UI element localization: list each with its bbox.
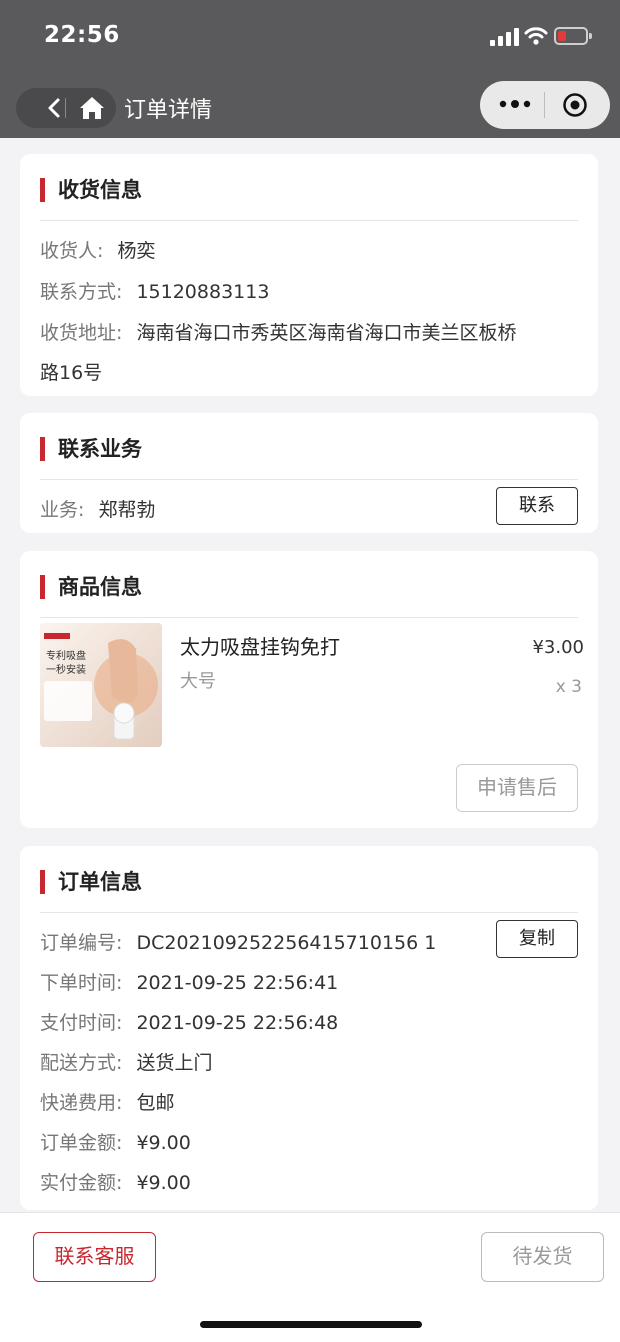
delivery-method: 送货上门 bbox=[136, 1052, 213, 1074]
nav-pill bbox=[16, 88, 116, 128]
section-marker bbox=[40, 178, 45, 202]
divider bbox=[40, 912, 578, 913]
order-time-row: 下单时间: 2021-09-25 22:56:41 bbox=[40, 968, 338, 995]
clock: 22:56 bbox=[44, 22, 120, 48]
product-quantity: x 3 bbox=[555, 677, 582, 697]
order-number-row: 订单编号: DC202109252256415710156 1 bbox=[40, 928, 436, 955]
order-status-button[interactable]: 待发货 bbox=[481, 1232, 604, 1282]
battery-icon bbox=[554, 27, 592, 45]
order-amount: ¥9.00 bbox=[136, 1132, 191, 1154]
address-row: 收货地址: 海南省海口市秀英区海南省海口市美兰区板桥 bbox=[40, 318, 516, 345]
recipient-row: 收货人: 杨奕 bbox=[40, 236, 155, 263]
shipping-fee: 包邮 bbox=[136, 1092, 175, 1114]
product-image-text-1: 专利吸盘 bbox=[46, 651, 86, 662]
contact-agent-button[interactable]: 联系 bbox=[496, 487, 578, 525]
pay-time-row: 支付时间: 2021-09-25 22:56:48 bbox=[40, 1008, 338, 1035]
delivery-label: 配送方式: bbox=[40, 1052, 123, 1074]
status-bar: 22:56 bbox=[0, 0, 620, 78]
product-title: 商品信息 bbox=[58, 575, 142, 599]
order-card: 订单信息 订单编号: DC202109252256415710156 1 复制 … bbox=[20, 846, 598, 1210]
agent-title: 联系业务 bbox=[58, 437, 142, 461]
phone-value: 15120883113 bbox=[136, 281, 270, 303]
home-icon[interactable] bbox=[72, 88, 112, 128]
after-sale-button[interactable]: 申请售后 bbox=[456, 764, 578, 812]
page-title: 订单详情 bbox=[124, 98, 213, 123]
agent-row: 业务: 郑帮勃 bbox=[40, 495, 155, 522]
address-value-line1: 海南省海口市秀英区海南省海口市美兰区板桥 bbox=[136, 322, 517, 344]
miniprogram-capsule bbox=[480, 81, 610, 129]
delivery-row: 配送方式: 送货上门 bbox=[40, 1048, 212, 1075]
product-card: 商品信息 专利吸盘 一秒安装 太力吸盘挂钩免打 大号 ¥3.00 x 3 申请售… bbox=[20, 551, 598, 828]
paid-amount-label: 实付金额: bbox=[40, 1172, 123, 1194]
home-indicator[interactable] bbox=[200, 1321, 422, 1328]
agent-name: 郑帮勃 bbox=[98, 499, 156, 521]
shipping-fee-label: 快递费用: bbox=[40, 1092, 123, 1114]
product-image[interactable]: 专利吸盘 一秒安装 bbox=[40, 623, 162, 747]
order-number-label: 订单编号: bbox=[40, 932, 123, 954]
section-marker bbox=[40, 437, 45, 461]
shipping-title: 收货信息 bbox=[58, 178, 142, 202]
bottom-action-bar: 联系客服 待发货 bbox=[0, 1212, 620, 1342]
shipping-fee-row: 快递费用: 包邮 bbox=[40, 1088, 174, 1115]
product-image-text-2: 一秒安装 bbox=[46, 665, 86, 676]
more-icon[interactable] bbox=[498, 94, 532, 114]
product-spec: 大号 bbox=[180, 671, 216, 692]
divider bbox=[40, 220, 578, 221]
address-value-line2: 路16号 bbox=[40, 362, 103, 384]
pay-time: 2021-09-25 22:56:48 bbox=[136, 1012, 339, 1034]
contact-service-button[interactable]: 联系客服 bbox=[33, 1232, 156, 1282]
nav-divider bbox=[65, 98, 66, 118]
signal-icon bbox=[490, 28, 519, 46]
paid-amount-row: 实付金额: ¥9.00 bbox=[40, 1168, 191, 1195]
agent-card: 联系业务 业务: 郑帮勃 联系 bbox=[20, 413, 598, 533]
address-label: 收货地址: bbox=[40, 322, 123, 344]
nav-bar: 订单详情 bbox=[0, 78, 620, 138]
shipping-card: 收货信息 收货人: 杨奕 联系方式: 15120883113 收货地址: 海南省… bbox=[20, 154, 598, 396]
agent-label: 业务: bbox=[40, 499, 85, 521]
phone-row: 联系方式: 15120883113 bbox=[40, 277, 269, 304]
order-time: 2021-09-25 22:56:41 bbox=[136, 972, 339, 994]
recipient-value: 杨奕 bbox=[117, 240, 156, 262]
divider bbox=[40, 617, 578, 618]
section-marker bbox=[40, 870, 45, 894]
capsule-divider bbox=[544, 92, 545, 118]
order-number: DC202109252256415710156 1 bbox=[136, 932, 437, 954]
wifi-icon bbox=[524, 27, 548, 45]
copy-button[interactable]: 复制 bbox=[496, 920, 578, 958]
divider bbox=[40, 479, 578, 480]
order-title: 订单信息 bbox=[58, 870, 142, 894]
paid-amount: ¥9.00 bbox=[136, 1172, 191, 1194]
order-amount-label: 订单金额: bbox=[40, 1132, 123, 1154]
phone-label: 联系方式: bbox=[40, 281, 123, 303]
product-price: ¥3.00 bbox=[532, 637, 584, 658]
back-icon[interactable] bbox=[38, 88, 74, 128]
close-miniprogram-icon[interactable] bbox=[562, 92, 588, 118]
product-name[interactable]: 太力吸盘挂钩免打 bbox=[180, 631, 340, 660]
product-image-graphic bbox=[40, 623, 162, 747]
recipient-label: 收货人: bbox=[40, 240, 104, 262]
order-amount-row: 订单金额: ¥9.00 bbox=[40, 1128, 191, 1155]
pay-time-label: 支付时间: bbox=[40, 1012, 123, 1034]
section-marker bbox=[40, 575, 45, 599]
order-time-label: 下单时间: bbox=[40, 972, 123, 994]
